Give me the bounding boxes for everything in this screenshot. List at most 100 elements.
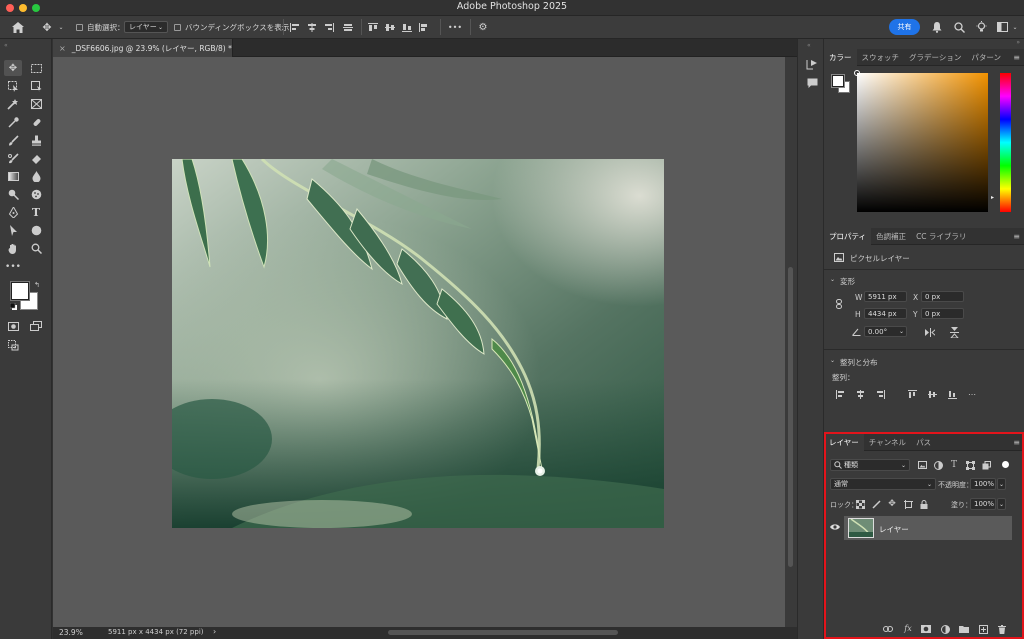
chevron-right-icon[interactable]: › (213, 627, 216, 636)
workspace-icon[interactable] (995, 20, 1009, 34)
move-tool-icon[interactable]: ✥ (4, 60, 22, 76)
collapse-icon[interactable]: » (824, 39, 1024, 49)
layer-filter-dropdown[interactable]: 種類 ⌄ (830, 459, 910, 471)
color-picker-field[interactable] (854, 70, 988, 212)
close-icon[interactable]: × (59, 44, 66, 53)
collapse-icon[interactable]: « (807, 42, 811, 49)
search-icon[interactable] (952, 20, 966, 34)
vertical-scrollbar[interactable] (785, 57, 797, 627)
healing-brush-tool-icon[interactable] (27, 114, 45, 130)
auto-select-dropdown[interactable]: レイヤー ⌄ (124, 21, 168, 33)
more-tools-icon[interactable]: ••• (4, 259, 22, 275)
quick-mask-icon[interactable] (4, 318, 22, 334)
object-select-tool-icon[interactable] (4, 78, 22, 94)
flip-horizontal-icon[interactable] (925, 327, 935, 337)
collapse-icon[interactable]: « (4, 42, 8, 49)
auto-select-checkbox[interactable] (76, 24, 83, 31)
lock-position-icon[interactable]: ✥ (887, 499, 897, 509)
y-field[interactable]: 0 px (921, 308, 964, 319)
distribute-left-icon[interactable] (418, 21, 430, 33)
zoom-tool-icon[interactable] (27, 240, 45, 256)
lasso-tool-icon[interactable] (27, 78, 45, 94)
eraser-tool-icon[interactable] (27, 150, 45, 166)
lock-all-icon[interactable] (919, 499, 929, 509)
align-hcenter-icon[interactable] (855, 389, 865, 399)
height-field[interactable]: 4434 px (864, 308, 907, 319)
align-right-icon[interactable] (323, 21, 335, 33)
distribute-top-icon[interactable] (367, 21, 379, 33)
align-vcenter-icon[interactable] (927, 389, 937, 399)
chevron-down-icon[interactable]: ⌄ (1011, 20, 1019, 34)
default-colors-icon[interactable] (9, 302, 17, 310)
filter-type-icon[interactable]: T (949, 460, 959, 470)
align-bottom-icon[interactable] (947, 389, 957, 399)
gradient-tool-icon[interactable] (4, 168, 22, 184)
flip-vertical-icon[interactable] (949, 326, 959, 338)
panel-menu-icon[interactable]: ≡ (1013, 232, 1020, 241)
filter-toggle[interactable] (1002, 461, 1009, 468)
add-mask-icon[interactable] (921, 624, 931, 634)
align-left-icon[interactable] (835, 389, 845, 399)
hand-tool-icon[interactable] (4, 240, 22, 256)
tab-patterns[interactable]: パターン (966, 49, 1006, 66)
fill-slider-toggle[interactable]: ⌄ (997, 498, 1006, 510)
share-button[interactable]: 共有 (889, 19, 920, 35)
filter-smart-object-icon[interactable] (981, 460, 991, 470)
history-brush-tool-icon[interactable] (4, 150, 22, 166)
scrollbar-thumb[interactable] (788, 267, 793, 567)
align-right-icon[interactable] (875, 389, 885, 399)
chevron-down-icon[interactable]: ⌄ (830, 276, 835, 283)
panel-menu-icon[interactable]: ≡ (1013, 53, 1020, 62)
width-field[interactable]: 5911 px (864, 291, 907, 302)
gear-icon[interactable]: ⚙ (476, 20, 490, 34)
lock-artboard-icon[interactable] (903, 499, 913, 509)
tab-color[interactable]: カラー (824, 49, 857, 66)
color-picker-cursor[interactable] (854, 70, 860, 76)
brush-tool-icon[interactable] (4, 132, 22, 148)
type-tool-icon[interactable]: T (27, 204, 45, 220)
x-field[interactable]: 0 px (921, 291, 964, 302)
panel-menu-icon[interactable]: ≡ (1013, 438, 1020, 447)
tab-gradients[interactable]: グラデーション (904, 49, 966, 66)
distribute-vcenter-icon[interactable] (384, 21, 396, 33)
fill-field[interactable]: 100% (970, 498, 996, 510)
tab-layers[interactable]: レイヤー (824, 434, 864, 451)
new-layer-icon[interactable] (978, 624, 988, 634)
move-tool-icon[interactable]: ✥ (38, 20, 56, 35)
more-options-button[interactable]: ••• (446, 20, 464, 34)
opacity-slider-toggle[interactable]: ⌄ (997, 478, 1006, 490)
zoom-level[interactable]: 23.9% (59, 628, 83, 637)
screen-mode-icon[interactable] (27, 318, 45, 334)
dodge-tool-icon[interactable] (4, 186, 22, 202)
hue-slider-handle[interactable]: ▸ (991, 194, 994, 201)
chevron-down-icon[interactable]: ⌄ (57, 20, 65, 35)
discover-lightbulb-icon[interactable] (974, 20, 988, 34)
visibility-eye-icon[interactable] (830, 523, 840, 533)
tab-adjustments[interactable]: 色調補正 (871, 228, 911, 245)
align-top-icon[interactable] (907, 389, 917, 399)
distribute-bottom-icon[interactable] (401, 21, 413, 33)
foreground-color-swatch[interactable] (11, 282, 29, 300)
bell-icon[interactable] (930, 20, 944, 34)
pen-tool-icon[interactable] (4, 204, 22, 220)
new-group-icon[interactable] (959, 624, 969, 634)
stamp-tool-icon[interactable] (27, 132, 45, 148)
tab-paths[interactable]: パス (911, 434, 936, 451)
document-info[interactable]: 5911 px x 4434 px (72 ppi) (108, 628, 204, 636)
link-layers-icon[interactable] (883, 624, 893, 634)
filter-shape-icon[interactable] (965, 460, 975, 470)
swap-colors-icon[interactable]: ↰ (34, 281, 40, 289)
show-bbox-checkbox[interactable] (174, 24, 181, 31)
history-panel-icon[interactable] (805, 57, 819, 71)
more-align-icon[interactable]: ⋯ (967, 389, 977, 399)
align-left-icon[interactable] (289, 21, 301, 33)
fern-photo[interactable] (172, 159, 664, 528)
marquee-tool-icon[interactable] (27, 60, 45, 76)
frame-tool-icon[interactable] (27, 96, 45, 112)
lock-transparent-icon[interactable] (855, 499, 865, 509)
trash-icon[interactable] (997, 624, 1007, 634)
quick-select-tool-icon[interactable] (4, 96, 22, 112)
hue-slider[interactable] (1000, 73, 1011, 212)
tab-properties[interactable]: プロパティ (824, 228, 872, 245)
horizontal-scrollbar-thumb[interactable] (388, 630, 618, 635)
